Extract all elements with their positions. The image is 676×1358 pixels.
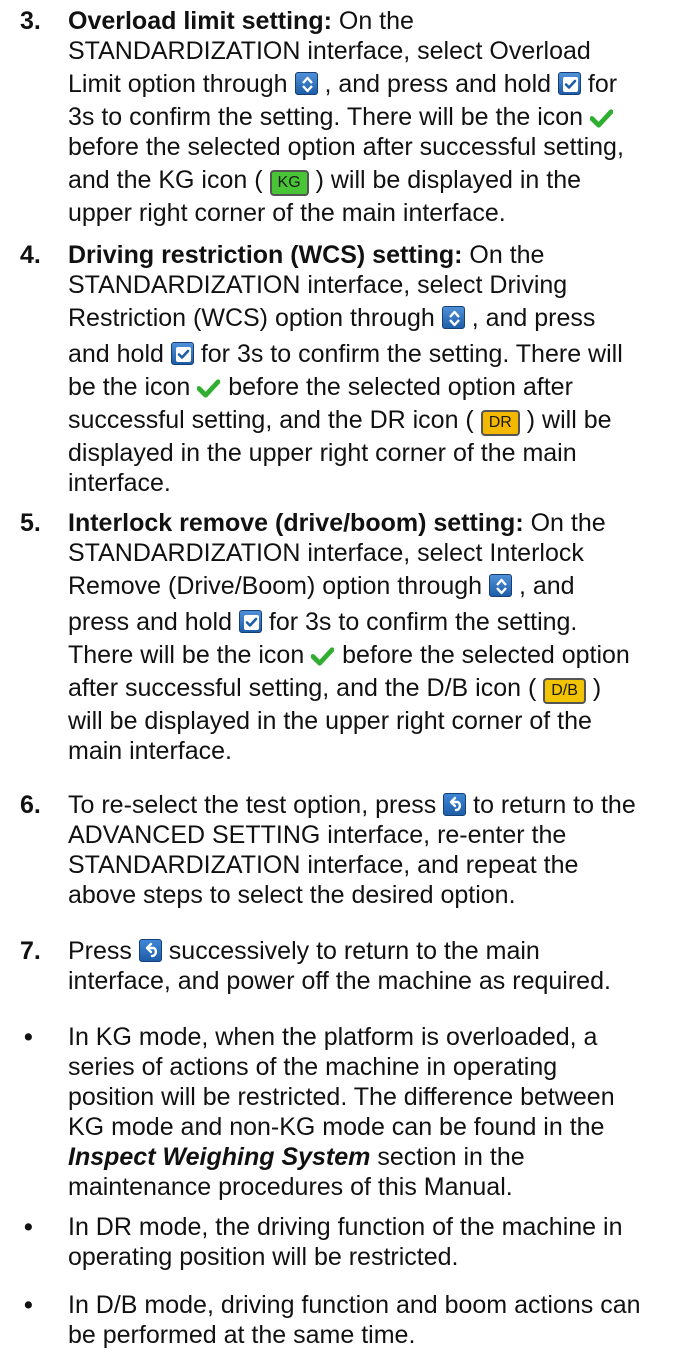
note-text: In KG mode, when the platform is overloa…: [68, 1023, 598, 1051]
return-arrow-icon: [443, 793, 467, 816]
step-number: 7.: [20, 937, 41, 965]
checkbox-confirm-icon: [557, 72, 581, 95]
step-text: , and: [512, 572, 575, 600]
checkbox-confirm-icon: [238, 610, 262, 633]
step-text: ) will be displayed in the: [308, 166, 582, 194]
step-title: Driving restriction (WCS) setting:: [68, 241, 463, 269]
section-reference: Inspect Weighing System: [68, 1143, 371, 1171]
step-5: 5. Interlock remove (drive/boom) setting…: [20, 508, 660, 766]
step-text: Limit option through: [68, 70, 295, 98]
step-text: ): [585, 674, 602, 702]
step-text: for 3s to confirm the setting.: [261, 608, 578, 636]
manual-page: 3. Overload limit setting: On the STANDA…: [0, 0, 676, 1358]
step-text: upper right corner of the main interface…: [68, 199, 506, 227]
note-kg-mode: • In KG mode, when the platform is overl…: [20, 1022, 660, 1202]
bullet: •: [24, 1291, 33, 1319]
green-checkmark-icon: [311, 645, 335, 666]
step-number: 6.: [20, 791, 41, 819]
return-arrow-icon: [138, 939, 162, 962]
green-checkmark-icon: [197, 377, 221, 398]
up-down-arrow-icon: [441, 306, 465, 329]
db-badge-icon: D/B: [543, 678, 586, 704]
step-text: and hold: [68, 340, 171, 368]
step-6: 6. To re-select the test option, press t…: [20, 790, 660, 910]
step-text: STANDARDIZATION interface, and repeat th…: [68, 851, 579, 879]
bullet: •: [24, 1023, 33, 1051]
note-dr-mode: • In DR mode, the driving function of th…: [20, 1212, 660, 1272]
note-text: position will be restricted. The differe…: [68, 1083, 615, 1111]
note-text: series of actions of the machine in oper…: [68, 1053, 558, 1081]
step-text: be the icon: [68, 373, 198, 401]
step-text: displayed in the upper right corner of t…: [68, 439, 577, 467]
step-text: STANDARDIZATION interface, select Interl…: [68, 539, 584, 567]
step-7: 7. Press successively to return to the m…: [20, 936, 660, 996]
step-number: 5.: [20, 509, 41, 537]
up-down-arrow-icon: [294, 72, 318, 95]
step-text: STANDARDIZATION interface, select Drivin…: [68, 271, 568, 299]
note-text: operating position will be restricted.: [68, 1243, 459, 1271]
step-text: for: [580, 70, 618, 98]
step-title: Overload limit setting:: [68, 7, 332, 35]
note-text: maintenance procedures of this Manual.: [68, 1173, 513, 1201]
step-text: , and press and hold: [317, 70, 558, 98]
dr-badge-icon: DR: [480, 410, 520, 436]
step-text: There will be the icon: [68, 641, 312, 669]
step-text: , and press: [464, 304, 596, 332]
step-text: successively to return to the main: [161, 937, 540, 965]
step-text: Press: [68, 937, 139, 965]
up-down-arrow-icon: [489, 574, 513, 597]
step-title: Interlock remove (drive/boom) setting:: [68, 509, 524, 537]
step-text: successful setting, and the DR icon (: [68, 406, 481, 434]
step-number: 4.: [20, 241, 41, 269]
step-text: for 3s to confirm the setting. There wil…: [193, 340, 623, 368]
step-text: On the: [331, 7, 414, 35]
checkbox-confirm-icon: [170, 342, 194, 365]
step-text: To re-select the test option, press: [68, 791, 444, 819]
step-text: 3s to confirm the setting. There will be…: [68, 103, 591, 131]
note-text: In D/B mode, driving function and boom a…: [68, 1291, 641, 1319]
step-text: before the selected option: [335, 641, 630, 669]
step-text: after successful setting, and the D/B ic…: [68, 674, 544, 702]
step-text: Remove (Drive/Boom) option through: [68, 572, 490, 600]
step-text: interface.: [68, 469, 171, 497]
step-text: main interface.: [68, 737, 232, 765]
step-text: above steps to select the desired option…: [68, 881, 516, 909]
step-text: press and hold: [68, 608, 239, 636]
step-text: before the selected option after success…: [68, 133, 624, 161]
step-3: 3. Overload limit setting: On the STANDA…: [20, 6, 660, 228]
step-text: will be displayed in the upper right cor…: [68, 707, 592, 735]
kg-badge-icon: KG: [269, 170, 309, 196]
note-text: KG mode and non-KG mode can be found in …: [68, 1113, 605, 1141]
step-4: 4. Driving restriction (WCS) setting: On…: [20, 240, 660, 498]
green-checkmark-icon: [590, 107, 614, 128]
step-text: interface, and power off the machine as …: [68, 967, 611, 995]
step-text: and the KG icon (: [68, 166, 270, 194]
step-text: On the: [462, 241, 545, 269]
bullet: •: [24, 1213, 33, 1241]
step-text: to return to the: [466, 791, 636, 819]
step-text: Restriction (WCS) option through: [68, 304, 442, 332]
step-text: ADVANCED SETTING interface, re-enter the: [68, 821, 567, 849]
note-text: section in the: [370, 1143, 525, 1171]
note-text: be performed at the same time.: [68, 1321, 416, 1349]
step-text: On the: [523, 509, 606, 537]
note-text: In DR mode, the driving function of the …: [68, 1213, 623, 1241]
step-text: before the selected option after: [221, 373, 573, 401]
step-text: ) will be: [519, 406, 612, 434]
note-db-mode: • In D/B mode, driving function and boom…: [20, 1290, 660, 1350]
step-number: 3.: [20, 7, 41, 35]
step-text: STANDARDIZATION interface, select Overlo…: [68, 37, 591, 65]
